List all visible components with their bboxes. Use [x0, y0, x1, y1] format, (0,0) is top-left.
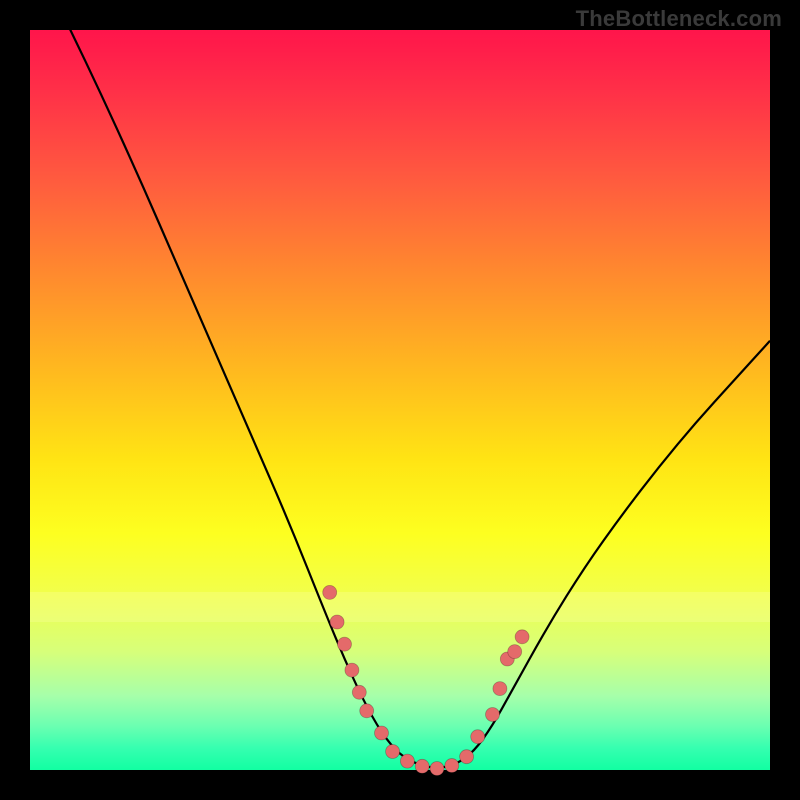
curve-marker: [415, 759, 429, 773]
chart-plot-area: [30, 30, 770, 770]
curve-marker: [386, 745, 400, 759]
curve-marker: [460, 750, 474, 764]
curve-marker: [338, 637, 352, 651]
curve-marker: [471, 730, 485, 744]
curve-marker: [430, 762, 444, 776]
bottleneck-curve: [30, 0, 770, 768]
curve-marker: [400, 754, 414, 768]
curve-marker: [375, 726, 389, 740]
curve-marker: [352, 685, 366, 699]
watermark-text: TheBottleneck.com: [576, 6, 782, 32]
curve-marker: [330, 615, 344, 629]
curve-marker: [493, 682, 507, 696]
curve-marker: [323, 585, 337, 599]
curve-marker: [486, 708, 500, 722]
curve-marker: [515, 630, 529, 644]
curve-marker: [508, 645, 522, 659]
curve-marker: [445, 759, 459, 773]
chart-svg: [30, 30, 770, 770]
curve-marker: [360, 704, 374, 718]
curve-marker: [345, 663, 359, 677]
